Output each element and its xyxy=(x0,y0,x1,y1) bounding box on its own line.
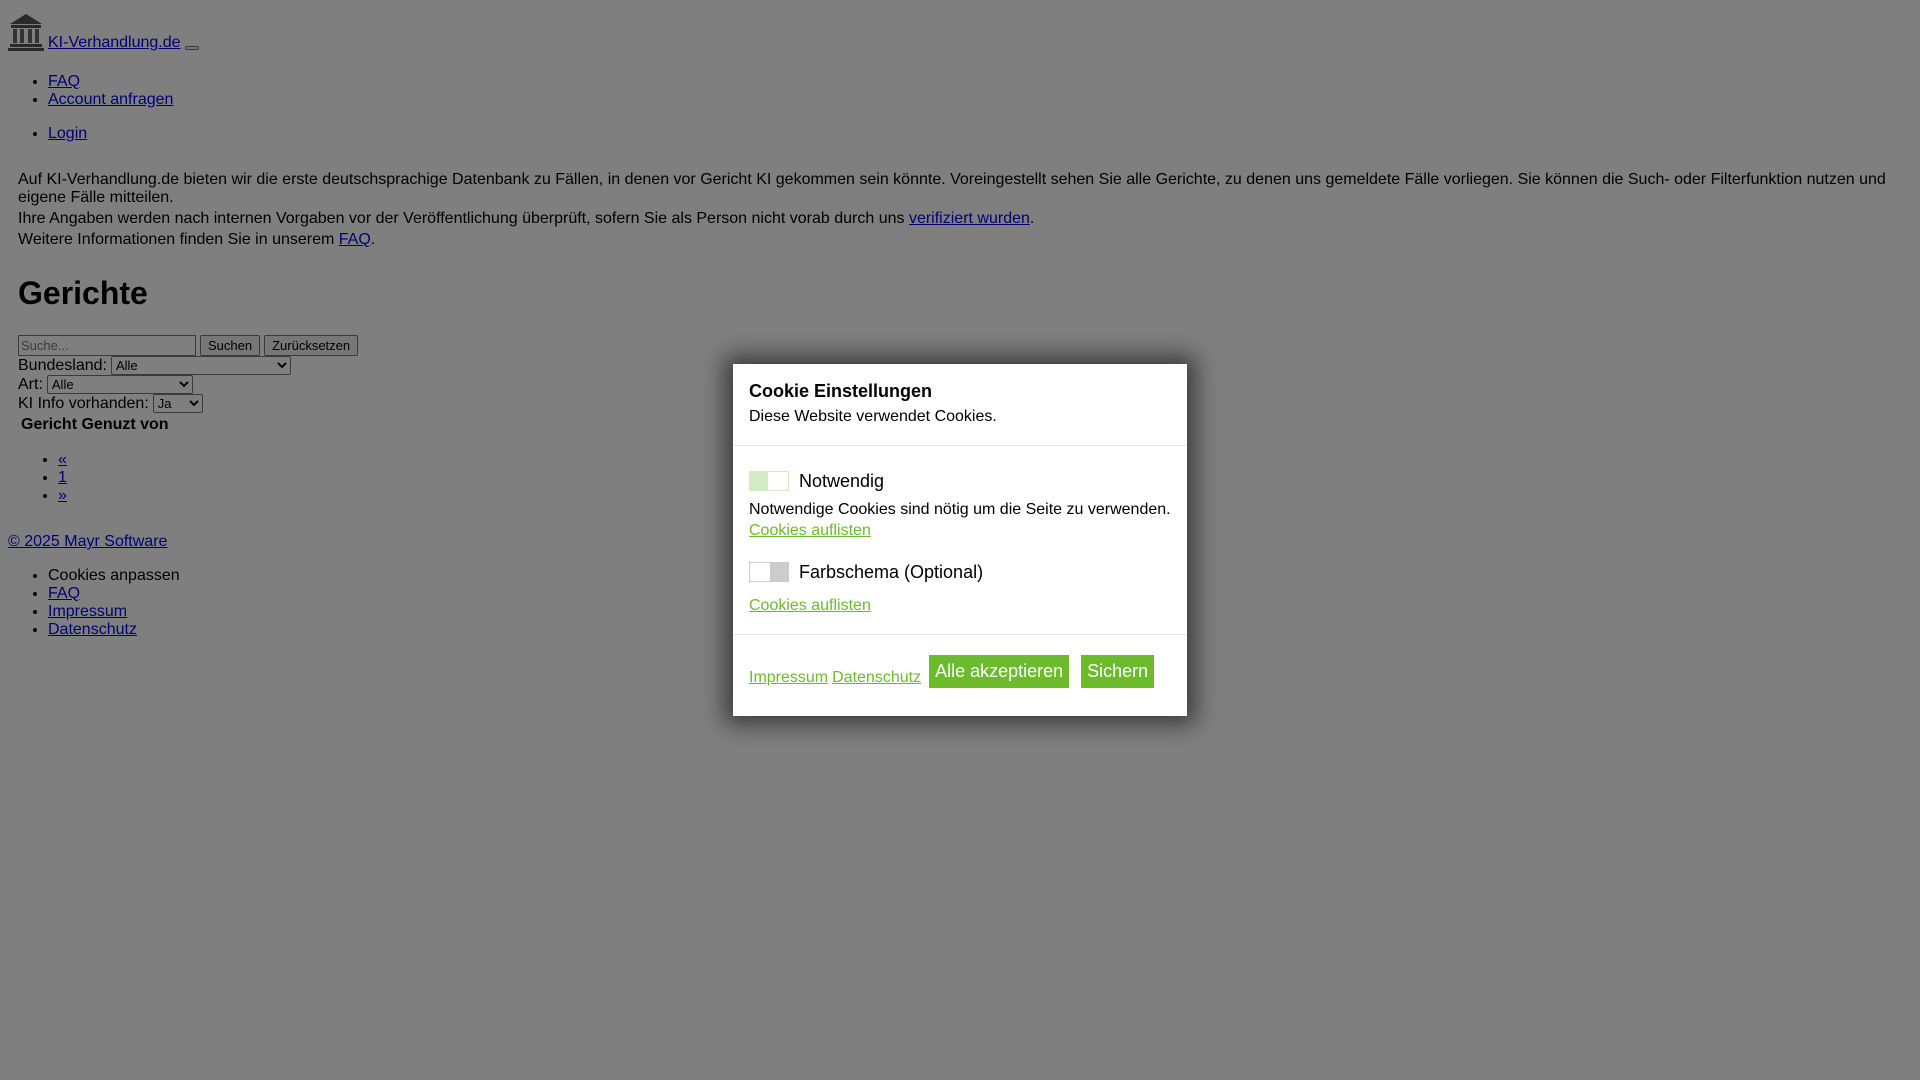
save-button[interactable]: Sichern xyxy=(1081,655,1155,688)
notwendig-cookies-list-link[interactable]: Cookies auflisten xyxy=(749,522,871,539)
cookie-category-farbschema: Farbschema (Optional) xyxy=(749,561,1171,583)
modal-body: Notwendig Notwendige Cookies sind nötig … xyxy=(733,446,1187,635)
modal-header: Cookie Einstellungen Diese Website verwe… xyxy=(733,364,1187,446)
notwendig-toggle-knob xyxy=(750,472,768,490)
farbschema-toggle-knob xyxy=(770,563,788,581)
notwendig-label: Notwendig xyxy=(799,470,885,491)
notwendig-description: Notwendige Cookies sind nötig um die Sei… xyxy=(749,501,1171,518)
modal-footer: Impressum Datenschutz Alle akzeptieren S… xyxy=(733,635,1187,708)
modal-subtitle: Diese Website verwendet Cookies. xyxy=(749,408,997,425)
notwendig-toggle[interactable] xyxy=(749,471,789,491)
cookie-settings-modal: Cookie Einstellungen Diese Website verwe… xyxy=(733,364,1187,716)
farbschema-spacer xyxy=(749,583,1171,595)
farbschema-label: Farbschema (Optional) xyxy=(799,561,984,582)
farbschema-cookies-list-link[interactable]: Cookies auflisten xyxy=(749,597,871,614)
cookie-category-notwendig: Notwendig xyxy=(749,470,1171,492)
modal-impressum-link[interactable]: Impressum xyxy=(749,667,828,688)
modal-title: Cookie Einstellungen xyxy=(749,381,933,401)
accept-all-button[interactable]: Alle akzeptieren xyxy=(929,655,1070,688)
modal-datenschutz-link[interactable]: Datenschutz xyxy=(832,667,921,688)
farbschema-toggle[interactable] xyxy=(749,562,789,582)
